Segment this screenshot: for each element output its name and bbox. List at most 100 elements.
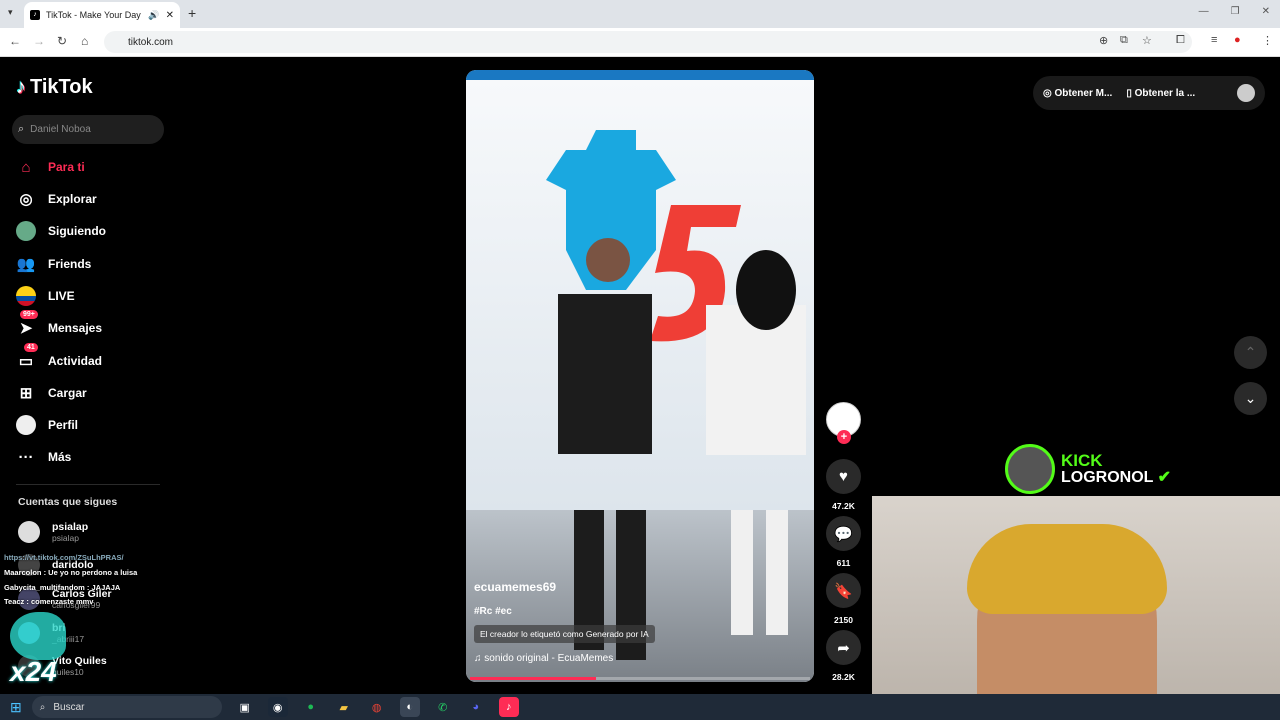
nav-item-actividad[interactable]: ▭ 41 Actividad (16, 343, 166, 375)
profile-icon (16, 415, 36, 435)
save-count: 2150 (834, 615, 853, 625)
discord-icon[interactable]: ◕ (466, 697, 486, 717)
home-icon[interactable]: ⌂ (81, 34, 88, 48)
search-input[interactable]: ⌕ Daniel Noboa (12, 115, 164, 144)
browser-tab[interactable]: ♪ TikTok - Make Your Day 🔊 ✕ (24, 2, 180, 28)
save-action[interactable]: 🔖 2150 (826, 573, 861, 625)
chat-line: https://vt.tiktok.com/ZSuLhPRAS/ (4, 553, 124, 562)
video-player[interactable]: ecuamemes69 #Rc #ec El creador lo etique… (466, 70, 814, 682)
url-text: tiktok.com (128, 36, 174, 48)
more-icon: ··· (18, 448, 34, 466)
obs-icon[interactable]: ◐ (399, 697, 420, 717)
get-app-button[interactable]: ▯ Obtener la ... (1126, 88, 1195, 99)
nav-item-mensajes[interactable]: ➤ 99+ Mensajes (16, 310, 166, 342)
back-icon[interactable]: ← (9, 34, 21, 48)
next-video-button[interactable]: ⌄ (1234, 382, 1267, 415)
bookmark-icon[interactable]: 🔖 (826, 573, 861, 608)
heart-icon[interactable]: ♥ (826, 459, 861, 494)
tiktok-logo[interactable]: ♪ TikTok (16, 76, 93, 99)
whatsapp-icon[interactable]: ✆ (433, 697, 453, 717)
speaker-icon[interactable]: 🔊 (148, 10, 159, 21)
streamer-name: LOGRONOL (1061, 468, 1154, 486)
video-hashtags[interactable]: #Rc #ec (474, 606, 804, 617)
search-icon: ⌕ (18, 123, 25, 135)
reload-icon[interactable]: ↻ (57, 34, 67, 48)
nav-item-mas[interactable]: ··· Más (16, 443, 166, 471)
task-view-icon[interactable]: ▣ (235, 697, 255, 717)
url-field[interactable]: tiktok.com (104, 31, 1192, 53)
menu-kebab-icon[interactable]: ⋮ (1262, 34, 1273, 47)
zoom-icon[interactable]: ⊕ (1099, 34, 1108, 47)
video-username[interactable]: ecuamemes69 (474, 580, 804, 594)
following-account[interactable]: psialap psialap (18, 521, 88, 543)
music-note-icon: ♫ (474, 653, 485, 664)
plus-square-icon: ⊞ (19, 385, 33, 402)
tiktok-taskbar-icon[interactable]: ♪ (498, 697, 519, 717)
coin-icon: ◎ (1043, 87, 1055, 99)
nav-item-friends[interactable]: 👥 Friends (16, 250, 166, 278)
logo-text: TikTok (30, 76, 93, 98)
btn-label: Obtener la ... (1134, 87, 1196, 99)
file-explorer-icon[interactable]: ▰ (334, 697, 354, 717)
install-icon[interactable]: ⧉ (1120, 34, 1128, 47)
tab-list-icon[interactable]: ▾ (8, 7, 13, 18)
share-action[interactable]: ➦ 28.2K (826, 630, 861, 682)
taskbar-search[interactable]: ⌕ Buscar (31, 696, 222, 718)
video-top-band (466, 70, 814, 80)
search-icon: ⌕ (39, 701, 46, 713)
close-window-icon[interactable]: ✕ (1262, 6, 1270, 17)
avatar (18, 521, 40, 543)
phone-icon: ▯ (1126, 87, 1135, 99)
video-music[interactable]: ♫ sonido original - EcuaMemes (474, 653, 804, 664)
btn-label: Obtener M... (1054, 87, 1113, 99)
messages-badge: 99+ (20, 310, 38, 319)
profile-extension-icon[interactable]: ● (1234, 34, 1241, 46)
window-controls: — ❐ ✕ (1199, 6, 1270, 17)
verified-icon: ✔ (1157, 468, 1172, 486)
nav-item-siguiendo[interactable]: Siguiendo (16, 217, 166, 245)
comment-icon[interactable]: 💬 (826, 516, 861, 551)
get-coins-button[interactable]: ◎ Obtener M... (1043, 88, 1112, 99)
spotify-icon[interactable]: ● (301, 697, 321, 717)
avatar-icon (16, 221, 36, 241)
send-icon: ➤ 99+ (16, 310, 38, 338)
nav-item-para-ti[interactable]: ⌂ Para ti (16, 153, 166, 181)
kick-streamer-badge: KICK LOGRONOL ✔ (1005, 444, 1171, 494)
forward-icon[interactable]: → (33, 34, 45, 48)
like-action[interactable]: ♥ 47.2K (826, 459, 861, 511)
follow-plus-button[interactable]: + (837, 430, 851, 444)
account-username: quiles10 (52, 667, 84, 677)
account-name: Vito Quiles (52, 655, 107, 667)
nav-item-live[interactable]: LIVE (16, 282, 166, 310)
streamer-avatar (1005, 444, 1055, 494)
nav-item-cargar[interactable]: ⊞ Cargar (16, 379, 166, 407)
steam-icon[interactable]: ◉ (267, 697, 288, 717)
minimize-icon[interactable]: — (1199, 6, 1209, 17)
new-tab-button[interactable]: + (188, 5, 196, 21)
nav-label: Para ti (48, 160, 85, 174)
nav-item-perfil[interactable]: Perfil (16, 411, 166, 439)
video-backdrop (466, 80, 814, 510)
restore-icon[interactable]: ❐ (1231, 6, 1240, 17)
close-tab-icon[interactable]: ✕ (166, 10, 174, 21)
comment-action[interactable]: 💬 611 (826, 516, 861, 568)
user-avatar[interactable] (1237, 84, 1255, 102)
top-right-bar: ◎ Obtener M... ▯ Obtener la ... (1033, 76, 1265, 110)
nav-item-explorar[interactable]: ◎ Explorar (16, 185, 166, 213)
bookmark-star-icon[interactable]: ☆ (1142, 34, 1152, 47)
tiktok-favicon-icon: ♪ (30, 10, 40, 20)
nav-label: Más (48, 450, 72, 464)
account-name: psialap (52, 521, 89, 533)
windows-start-icon[interactable]: ⊞ (10, 699, 22, 716)
share-icon[interactable]: ➦ (826, 630, 861, 665)
previous-video-button[interactable]: ⌃ (1234, 336, 1267, 369)
media-icon[interactable]: ≡ (1211, 34, 1217, 46)
comment-count: 611 (836, 558, 851, 568)
extensions-icon[interactable]: ⧠ (1176, 34, 1185, 47)
tiktok-note-icon: ♪ (16, 76, 26, 98)
video-progress-bar[interactable] (470, 677, 810, 680)
tab-title: TikTok - Make Your Day (46, 10, 141, 20)
multiplier-badge: x24 (10, 656, 57, 687)
nav-label: Explorar (48, 192, 97, 206)
chrome-icon[interactable]: ◍ (367, 697, 387, 717)
